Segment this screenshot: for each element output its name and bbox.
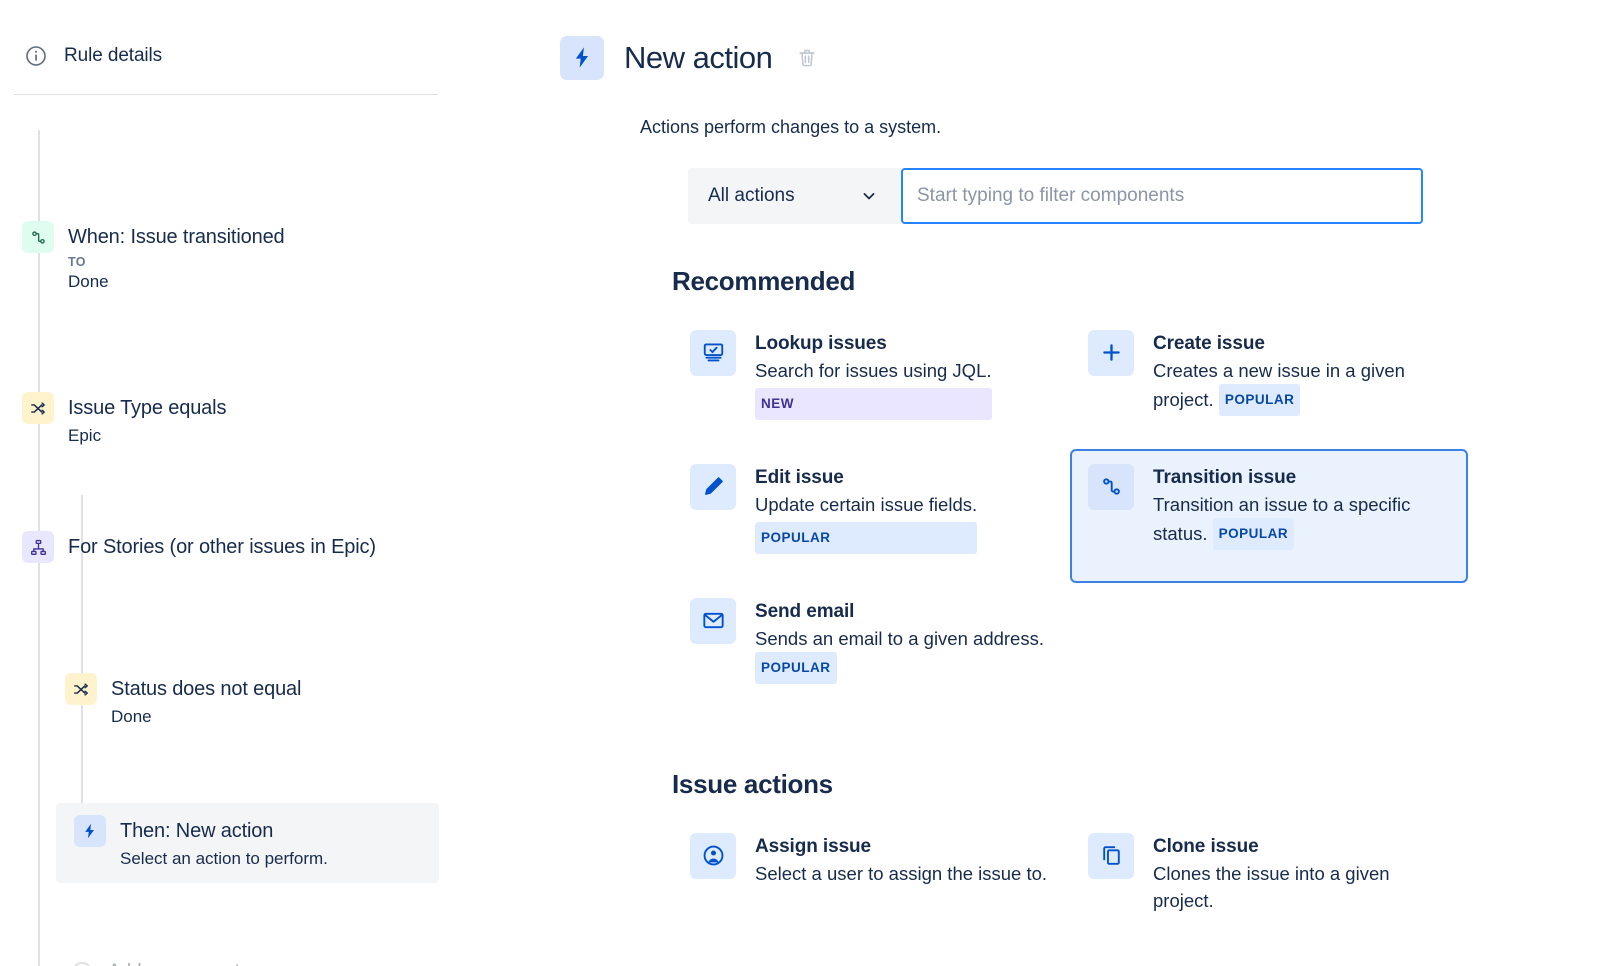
action-card-description: Sends an email to a given address. POPUL… [755,625,1052,684]
action-card-description: Creates a new issue in a given project. … [1153,357,1450,416]
tree-node-then-new-action[interactable]: Then: New action Select an action to per… [56,803,439,883]
status-badge: POPULAR [1219,384,1301,416]
condition-shuffle-icon [22,392,54,424]
lightning-bolt-icon [560,36,604,80]
section-recommended: Recommended Lookup issues Searc [672,266,1600,717]
action-card-clone-issue[interactable]: Clone issue Clones the issue into a give… [1070,818,1468,952]
action-card-description-text: Search for issues using JQL. [755,360,992,381]
action-category-select[interactable]: All actions [688,168,901,224]
tree-node-description: Select an action to perform. [120,849,328,869]
tree-node-body: Issue Type equals Epic [68,392,226,446]
action-card-description-text: Update certain issue fields. [755,494,977,515]
action-card-text: Send email Sends an email to a given add… [755,598,1052,684]
status-badge: POPULAR [1213,518,1295,550]
status-badge: POPULAR [755,652,837,684]
action-card-send-email[interactable]: Send email Sends an email to a given add… [672,583,1070,717]
action-card-title: Clone issue [1153,834,1450,859]
action-card-edit-issue[interactable]: Edit issue Update certain issue fields. … [672,449,1070,583]
action-card-text: Edit issue Update certain issue fields. … [755,464,977,554]
action-category-value: All actions [708,185,795,207]
tree-node-status-does-not-equal[interactable]: Status does not equal Done [65,673,301,727]
page-title: New action [624,40,772,76]
info-circle-icon [24,44,48,68]
section-title: Recommended [672,266,1600,297]
action-card-create-issue-2[interactable]: Create issue Creates a new issue in a gi… [1070,952,1468,966]
tree-node-subvalue: Epic [68,426,226,446]
action-card-title: Send email [755,599,1052,624]
tree-node-title: Then: New action [120,816,328,846]
pencil-icon [690,464,736,510]
action-card-description: Update certain issue fields. POPULAR [755,491,977,554]
add-component-label: Add component [108,961,240,966]
rule-details-row[interactable]: Rule details [0,0,460,74]
status-badge: POPULAR [755,522,977,554]
automation-rule-builder: Rule details When: Issue transitioned TO [0,0,1600,966]
tree-node-subvalue: Done [68,272,285,292]
action-card-title: Edit issue [755,465,977,490]
action-card-assign-issue[interactable]: Assign issue Select a user to assign the… [672,818,1070,952]
action-card-description: Search for issues using JQL. NEW [755,357,992,420]
assign-user-icon [690,833,736,879]
tree-node-title: Status does not equal [111,674,301,704]
section-issue-actions: Issue actions Assign issue Select a user… [672,769,1600,966]
rule-tree-sidebar: Rule details When: Issue transitioned TO [0,0,460,966]
lightning-bolt-icon [74,815,106,847]
new-action-panel: New action Actions perform changes to a … [460,0,1600,966]
tree-node-for-stories-branch[interactable]: For Stories (or other issues in Epic) [22,531,422,563]
branch-hierarchy-icon [22,531,54,563]
tree-node-body: When: Issue transitioned TO Done [68,221,285,292]
condition-shuffle-icon [65,673,97,705]
add-component-button[interactable]: Add component [72,961,240,966]
action-card-text: Create issue Creates a new issue in a gi… [1153,330,1450,416]
delete-action-button[interactable] [792,47,818,69]
tree-node-body: For Stories (or other issues in Epic) [68,531,376,562]
action-card-description: Select a user to assign the issue to. [755,860,1047,887]
action-card-title: Lookup issues [755,331,992,356]
issue-actions-card-grid: Assign issue Select a user to assign the… [672,818,1600,966]
action-card-title: Transition issue [1153,465,1450,490]
tree-node-when-issue-transitioned[interactable]: When: Issue transitioned TO Done [22,221,285,292]
action-card-text: Assign issue Select a user to assign the… [755,833,1047,887]
tree-node-title: For Stories (or other issues in Epic) [68,532,376,562]
transition-icon [1088,464,1134,510]
add-component-circle-icon [72,962,92,966]
rule-details-label: Rule details [64,45,162,67]
status-badge: NEW [755,388,992,420]
action-card-description: Clones the issue into a given project. [1153,860,1450,914]
tree-node-subvalue: Done [111,707,301,727]
action-card-comment-on-issue[interactable]: Comment on issue Add a comment to an iss… [672,952,1070,966]
chevron-down-icon [859,186,879,206]
lookup-monitor-check-icon [690,330,736,376]
transition-icon [22,221,54,253]
panel-subtitle: Actions perform changes to a system. [640,117,1600,138]
search-input[interactable] [901,168,1423,224]
tree-node-body: Status does not equal Done [111,673,301,727]
action-card-description-text: Sends an email to a given address. [755,628,1044,649]
tree-node-sublabel: TO [68,255,285,269]
sidebar-divider [14,94,438,95]
action-card-lookup-issues[interactable]: Lookup issues Search for issues using JQ… [672,315,1070,449]
envelope-icon [690,598,736,644]
clone-copy-icon [1088,833,1134,879]
grid-spacer [1070,583,1468,717]
component-filter-bar: All actions [688,168,1423,224]
tree-node-title: When: Issue transitioned [68,222,285,252]
trash-icon [796,47,818,69]
tree-node-body: Then: New action Select an action to per… [120,815,328,869]
action-card-description: Transition an issue to a specific status… [1153,491,1450,550]
plus-icon [1088,330,1134,376]
action-card-text: Lookup issues Search for issues using JQ… [755,330,992,420]
action-card-title: Create issue [1153,331,1450,356]
action-card-text: Clone issue Clones the issue into a give… [1153,833,1450,914]
action-card-transition-issue[interactable]: Transition issue Transition an issue to … [1070,449,1468,583]
panel-header: New action [560,0,1600,97]
action-card-text: Transition issue Transition an issue to … [1153,464,1450,550]
recommended-card-grid: Lookup issues Search for issues using JQ… [672,315,1600,717]
action-card-create-issue[interactable]: Create issue Creates a new issue in a gi… [1070,315,1468,449]
tree-node-title: Issue Type equals [68,393,226,423]
tree-node-issue-type-equals[interactable]: Issue Type equals Epic [22,392,226,446]
action-card-title: Assign issue [755,834,1047,859]
section-title: Issue actions [672,769,1600,800]
